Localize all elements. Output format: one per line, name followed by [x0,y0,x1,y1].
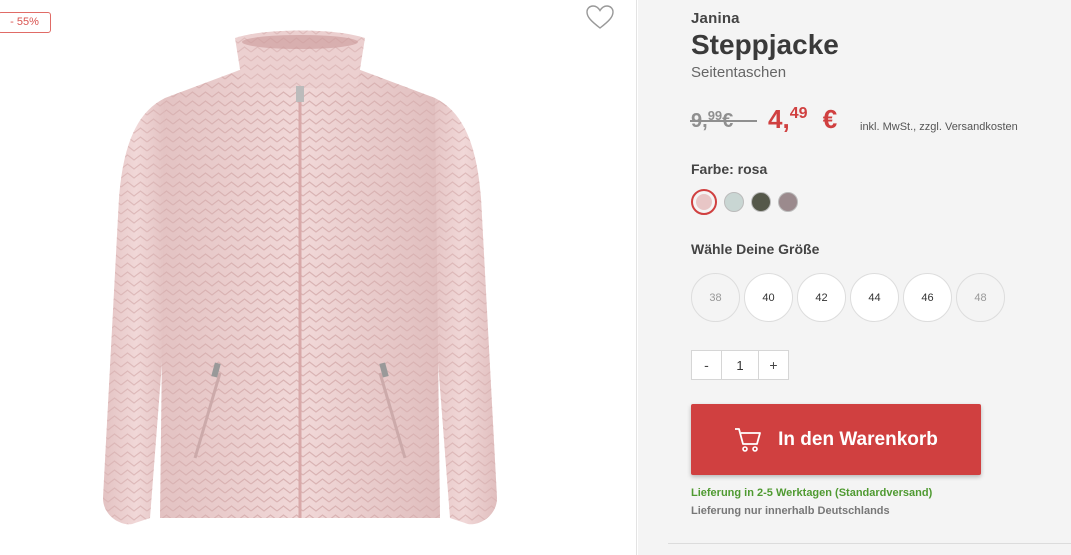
heart-icon[interactable] [585,4,615,30]
size-option-38[interactable]: 38 [691,273,740,322]
color-swatch-mauve[interactable] [778,192,798,212]
size-option-40[interactable]: 40 [744,273,793,322]
cart-icon [735,427,762,452]
color-label: Farbe: rosa [691,161,768,177]
product-image-pane: - 55% [0,0,637,555]
color-swatch-olive[interactable] [751,192,771,212]
add-to-cart-button[interactable]: In den Warenkorb [691,404,981,475]
discount-badge: - 55% [0,12,51,33]
product-title: Steppjacke [691,29,839,60]
tax-note: inkl. MwSt., zzgl. Versandkosten [860,121,1018,133]
quantity-increase-button[interactable]: + [759,351,788,379]
size-option-46[interactable]: 46 [903,273,952,322]
old-price: 9,99€ [690,108,757,133]
size-option-48[interactable]: 48 [956,273,1005,322]
quantity-input[interactable]: 1 [721,351,759,379]
color-swatch-mint[interactable] [724,192,744,212]
color-swatch-rosa[interactable] [691,189,717,215]
add-to-cart-label: In den Warenkorb [778,428,938,450]
quantity-decrease-button[interactable]: - [692,351,721,379]
delivery-time: Lieferung in 2-5 Werktagen (Standardvers… [691,487,933,499]
product-info-pane: Janina Steppjacke Seitentaschen 9,99€ 4,… [638,0,1071,555]
color-swatches [691,189,798,215]
size-option-42[interactable]: 42 [797,273,846,322]
size-label: Wähle Deine Größe [691,241,820,257]
size-option-44[interactable]: 44 [850,273,899,322]
delivery-note: Lieferung nur innerhalb Deutschlands [691,505,890,517]
current-price: 4,49 € [768,104,838,134]
quantity-stepper: - 1 + [691,350,789,380]
brand-name: Janina [691,10,740,27]
divider [668,543,1071,544]
product-page: - 55% Janina Steppjacke Seitentaschen 9,… [0,0,1071,555]
product-image [103,30,497,525]
size-options: 38 40 42 44 46 48 [691,273,1005,322]
product-subtitle: Seitentaschen [691,64,787,81]
